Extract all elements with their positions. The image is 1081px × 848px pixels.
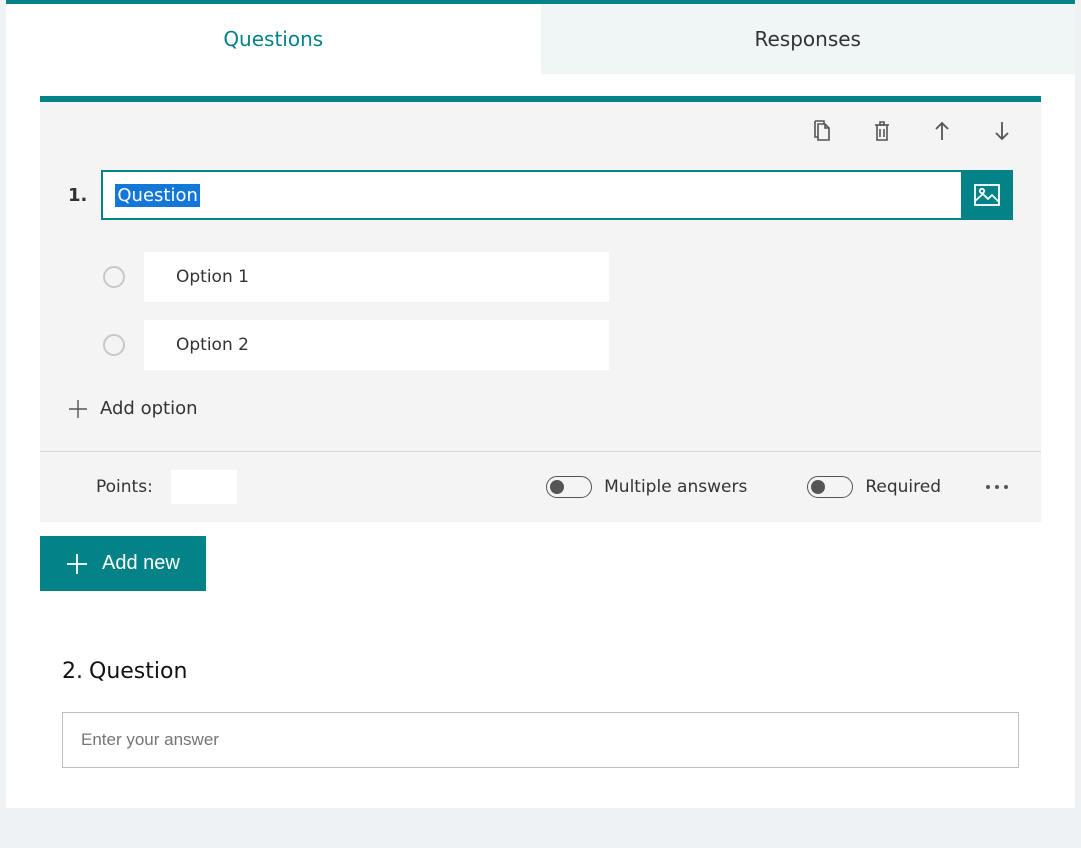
question-number-2: 2. xyxy=(62,659,83,684)
question-title-text: Question xyxy=(115,184,200,207)
question-number-1: 1. xyxy=(68,185,87,206)
copy-icon[interactable] xyxy=(811,120,833,142)
required-label: Required xyxy=(865,477,941,497)
question-title-input-wrap: Question xyxy=(101,170,1013,220)
tab-questions[interactable]: Questions xyxy=(6,4,541,74)
tab-responses-label: Responses xyxy=(755,27,861,51)
editor-panel: 1. Question xyxy=(6,74,1075,808)
option-row[interactable]: Option 2 xyxy=(144,320,609,370)
multiple-answers-toggle[interactable] xyxy=(546,476,592,498)
points-label: Points: xyxy=(96,477,153,497)
multiple-answers-label: Multiple answers xyxy=(604,477,747,497)
question-preview-2: 2. Question xyxy=(40,591,1041,768)
radio-icon[interactable] xyxy=(103,266,125,288)
points-input[interactable] xyxy=(171,470,237,504)
add-new-button[interactable]: Add new xyxy=(40,536,206,591)
question-card-1: 1. Question xyxy=(40,96,1041,522)
question-2-title: Question xyxy=(89,659,187,684)
radio-icon[interactable] xyxy=(103,334,125,356)
add-new-label: Add new xyxy=(102,552,180,575)
option-row[interactable]: Option 1 xyxy=(144,252,609,302)
tabs-bar: Questions Responses xyxy=(6,0,1075,74)
insert-image-button[interactable] xyxy=(961,170,1013,220)
question-title-row: 1. Question xyxy=(40,142,1041,220)
tab-questions-label: Questions xyxy=(223,27,323,51)
trash-icon[interactable] xyxy=(871,120,893,142)
plus-icon xyxy=(68,399,88,419)
options-list: Option 1 Option 2 xyxy=(40,220,1041,370)
move-up-icon[interactable] xyxy=(931,120,953,142)
required-toggle[interactable] xyxy=(807,476,853,498)
question-title-input[interactable]: Question xyxy=(101,170,961,220)
tab-responses[interactable]: Responses xyxy=(541,4,1076,74)
question-toolbar xyxy=(40,102,1041,142)
add-option-label: Add option xyxy=(100,398,198,419)
move-down-icon[interactable] xyxy=(991,120,1013,142)
option-label: Option 2 xyxy=(176,335,249,355)
question-footer: Points: Multiple answers Required xyxy=(40,451,1041,522)
plus-icon xyxy=(66,553,88,575)
option-label: Option 1 xyxy=(176,267,249,287)
add-option-button[interactable]: Add option xyxy=(40,370,1041,451)
question-2-heading: 2. Question xyxy=(62,659,1019,684)
more-options-icon[interactable] xyxy=(981,484,1013,490)
answer-input[interactable] xyxy=(62,712,1019,768)
